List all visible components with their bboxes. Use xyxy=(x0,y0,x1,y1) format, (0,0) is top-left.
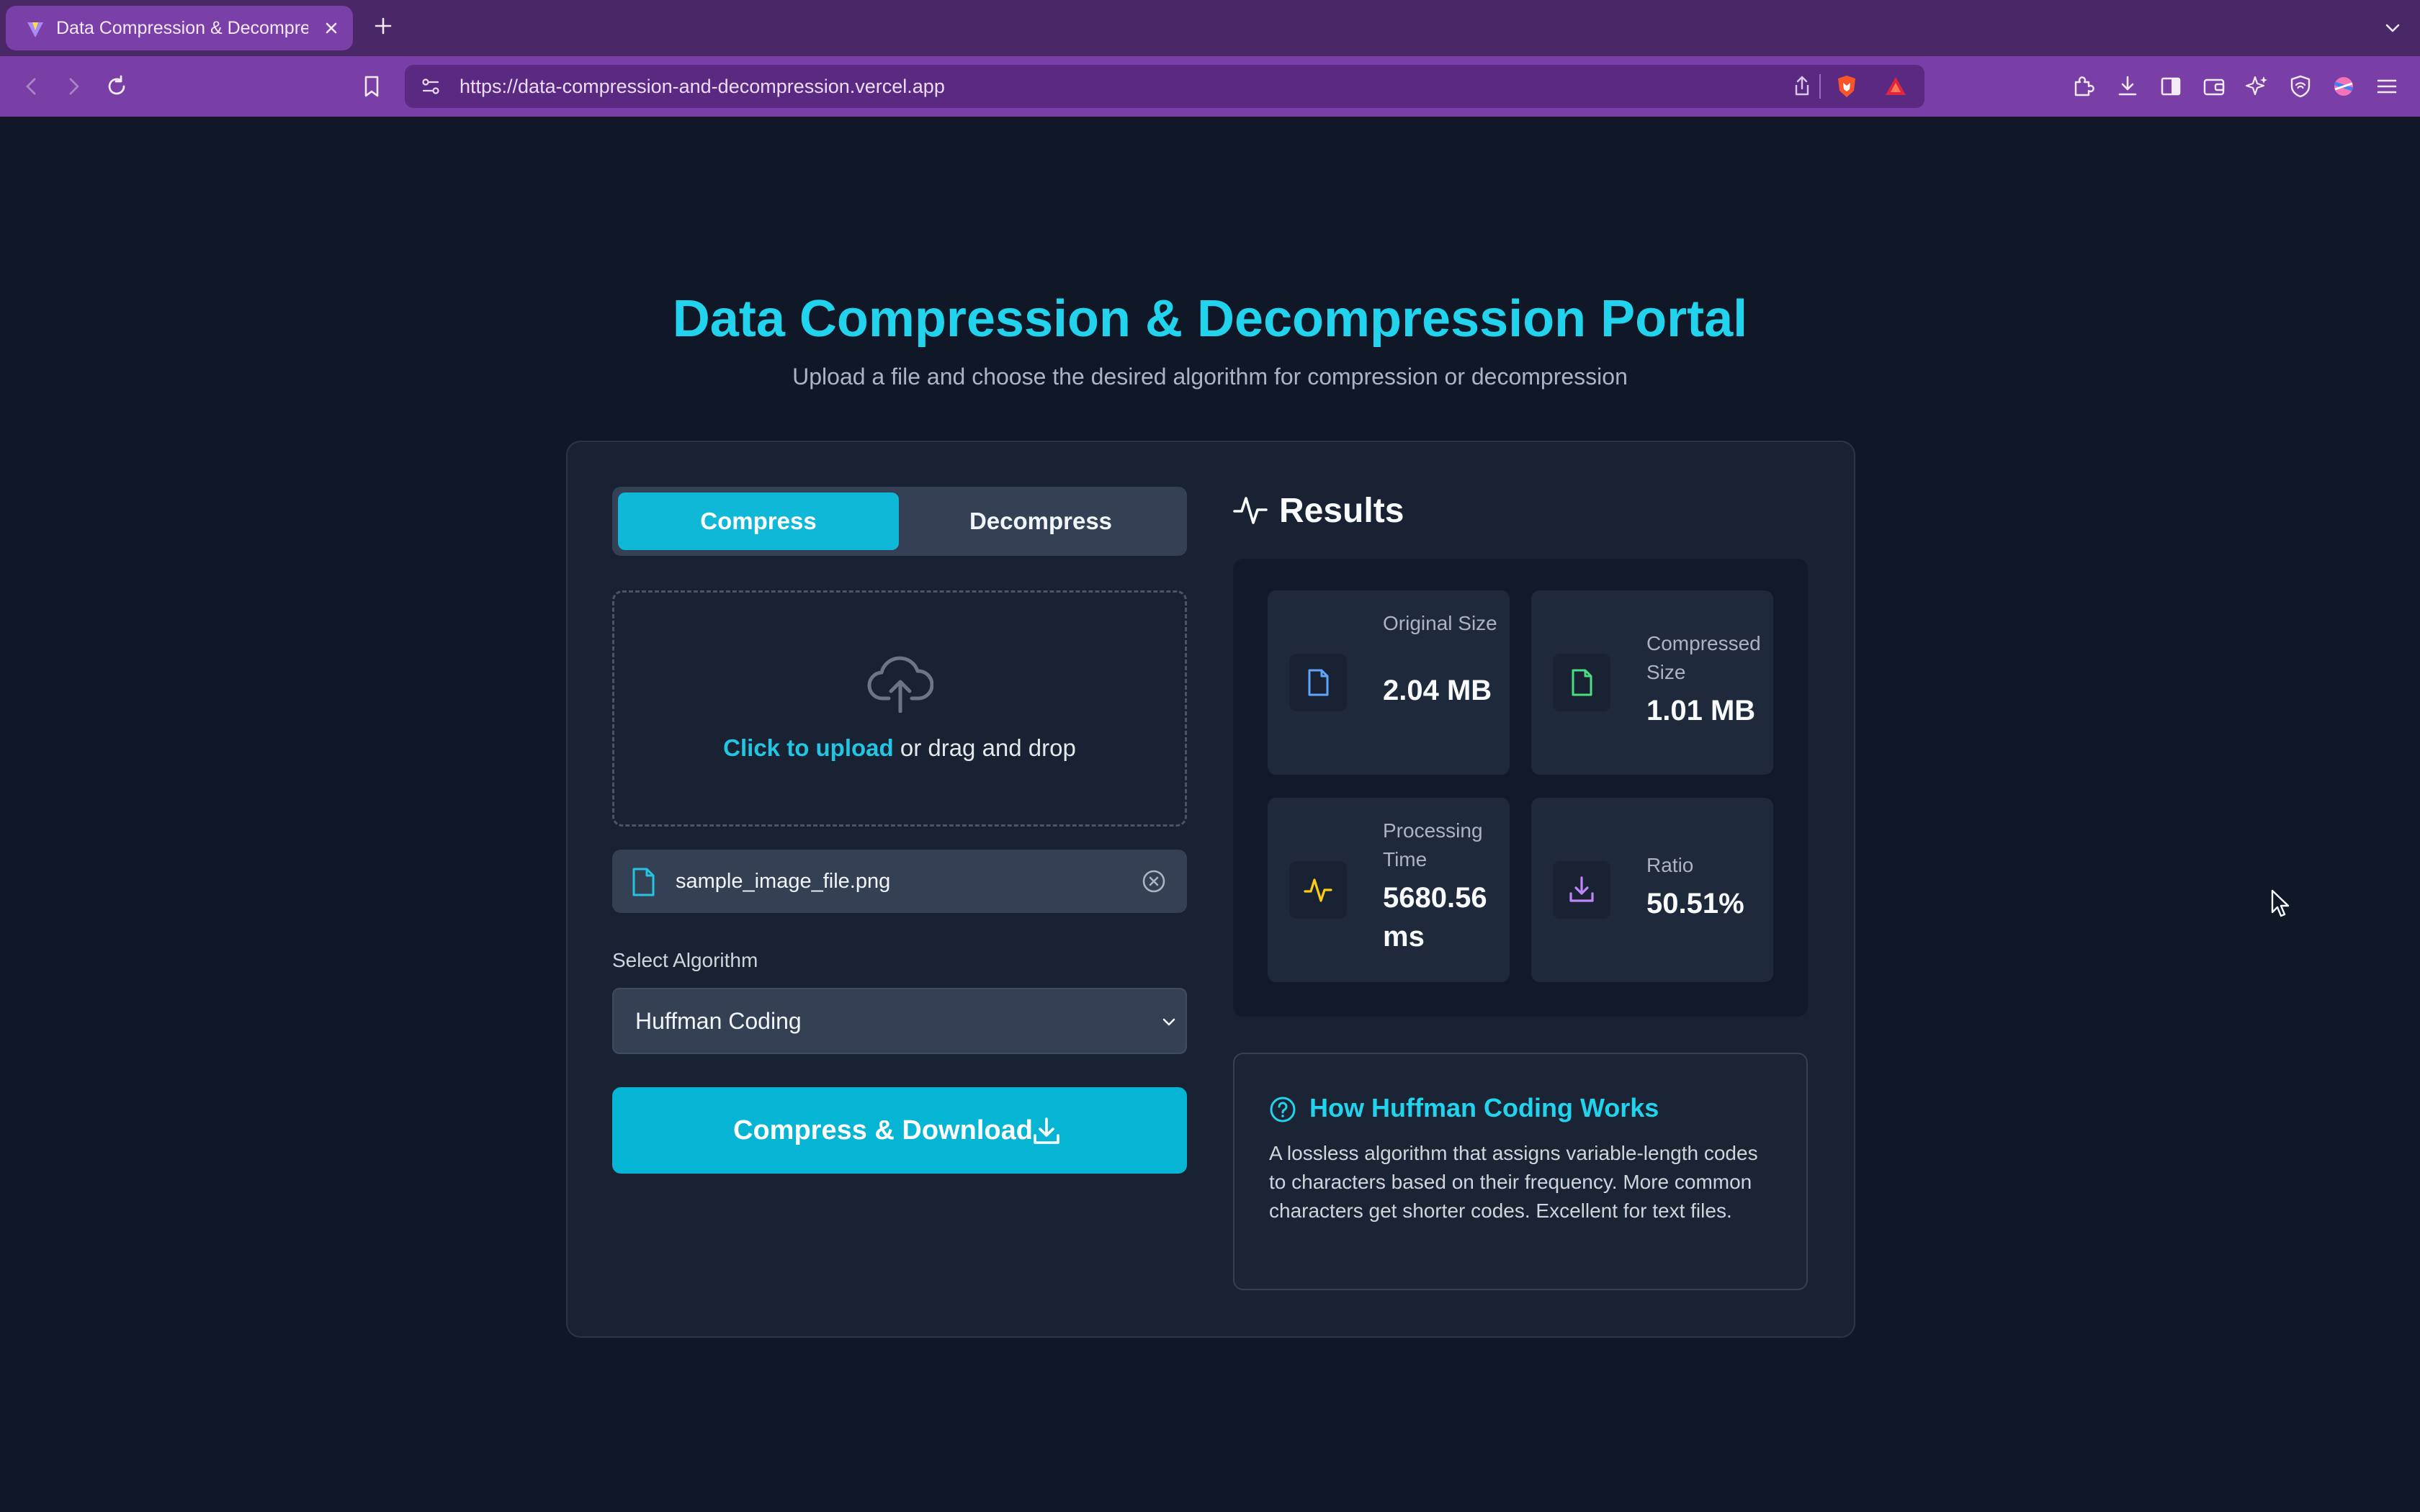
stat-value: 5680.56 ms xyxy=(1383,882,1487,953)
mouse-cursor-icon xyxy=(2271,889,2290,917)
stat-icon-box xyxy=(1553,861,1610,919)
stat-icon-box xyxy=(1553,654,1610,711)
activity-icon xyxy=(1233,497,1268,524)
profile-icon[interactable] xyxy=(2331,73,2357,99)
browser-toolbar: https://data-compression-and-decompressi… xyxy=(0,56,2420,117)
stat-icon-box xyxy=(1289,654,1347,711)
file-name: sample_image_file.png xyxy=(676,870,891,893)
stat-value: 2.04 MB xyxy=(1383,675,1492,706)
click-to-upload-link[interactable]: Click to upload xyxy=(723,734,894,761)
decompress-tab[interactable]: Decompress xyxy=(900,492,1181,550)
selected-file: sample_image_file.png xyxy=(612,850,1187,913)
drag-drop-text: or drag and drop xyxy=(893,734,1076,761)
info-text: A lossless algorithm that assigns variab… xyxy=(1269,1142,1758,1222)
page-title: Data Compression & Decompression Portal xyxy=(672,290,1748,348)
stat-processing-time: Processing Time 5680.56 ms xyxy=(1268,798,1510,982)
stat-label: Processing Time xyxy=(1383,819,1483,870)
url-text: https://data-compression-and-decompressi… xyxy=(460,76,945,97)
bookmark-icon[interactable] xyxy=(359,73,385,99)
tab-title: Data Compression & Decompression Portal xyxy=(56,18,308,38)
help-circle-icon xyxy=(1270,1097,1296,1122)
file-icon xyxy=(1572,669,1592,696)
activity-icon xyxy=(1304,878,1332,902)
algorithm-info-box: How Huffman Coding Works A lossless algo… xyxy=(1233,1053,1808,1290)
close-tab-icon[interactable] xyxy=(321,18,341,38)
stat-value: 1.01 MB xyxy=(1646,695,1756,726)
sidebar-icon[interactable] xyxy=(2158,73,2184,99)
stat-label: Compressed Size xyxy=(1646,632,1761,683)
new-tab-icon[interactable] xyxy=(373,16,393,36)
info-title: How Huffman Coding Works xyxy=(1309,1093,1659,1122)
brave-shields-icon[interactable] xyxy=(1834,73,1860,99)
downloads-icon[interactable] xyxy=(2115,73,2141,99)
address-bar-divider xyxy=(1819,74,1821,99)
compress-download-button[interactable]: Compress & Download xyxy=(612,1087,1187,1174)
compress-tab[interactable]: Compress xyxy=(618,492,899,550)
stat-icon-box xyxy=(1289,861,1347,919)
upload-instructions: Click to upload or drag and drop xyxy=(614,734,1185,762)
forward-icon[interactable] xyxy=(60,73,86,99)
results-title: Results xyxy=(1279,492,1404,530)
vite-favicon-icon xyxy=(27,22,43,37)
file-dropzone[interactable]: Click to upload or drag and drop xyxy=(612,590,1187,827)
site-settings-icon[interactable] xyxy=(418,73,444,99)
stat-ratio: Ratio 50.51% xyxy=(1531,798,1773,982)
compress-download-label: Compress & Download xyxy=(733,1115,1033,1146)
tab-list-chevron-icon[interactable] xyxy=(2383,18,2403,38)
results-panel: Original Size 2.04 MB Compressed Size 1.… xyxy=(1233,559,1808,1017)
algorithm-selected-value: Huffman Coding xyxy=(635,1008,802,1034)
cloud-upload-icon xyxy=(867,656,933,713)
wallet-icon[interactable] xyxy=(2201,73,2227,99)
share-icon[interactable] xyxy=(1789,73,1815,99)
reload-icon[interactable] xyxy=(104,73,130,99)
download-icon xyxy=(1569,876,1594,902)
extensions-icon[interactable] xyxy=(2070,73,2096,99)
back-icon[interactable] xyxy=(19,73,45,99)
algorithm-label: Select Algorithm xyxy=(612,949,758,971)
file-icon xyxy=(632,868,655,896)
browser-tab-bar: Data Compression & Decompression Portal xyxy=(0,0,2420,56)
stat-compressed-size: Compressed Size 1.01 MB xyxy=(1531,590,1773,775)
leo-ai-icon[interactable] xyxy=(2244,73,2270,99)
download-icon xyxy=(1034,1117,1059,1144)
menu-icon[interactable] xyxy=(2374,73,2400,99)
stat-label: Original Size xyxy=(1383,612,1497,634)
chevron-down-icon xyxy=(1162,1018,1175,1026)
stat-label: Ratio xyxy=(1646,854,1694,876)
browser-tab[interactable]: Data Compression & Decompression Portal xyxy=(6,6,353,50)
vpn-icon[interactable] xyxy=(2287,73,2313,99)
file-icon xyxy=(1308,669,1329,696)
page-subtitle: Upload a file and choose the desired alg… xyxy=(792,364,1628,390)
stat-original-size: Original Size 2.04 MB xyxy=(1268,590,1510,775)
algorithm-select[interactable]: Huffman Coding xyxy=(612,988,1187,1054)
stat-value: 50.51% xyxy=(1646,888,1744,919)
address-bar[interactable]: https://data-compression-and-decompressi… xyxy=(405,65,1924,108)
remove-file-icon[interactable] xyxy=(1141,868,1167,894)
mode-toggle: Compress Decompress xyxy=(612,487,1187,556)
brave-rewards-icon[interactable] xyxy=(1883,73,1909,99)
